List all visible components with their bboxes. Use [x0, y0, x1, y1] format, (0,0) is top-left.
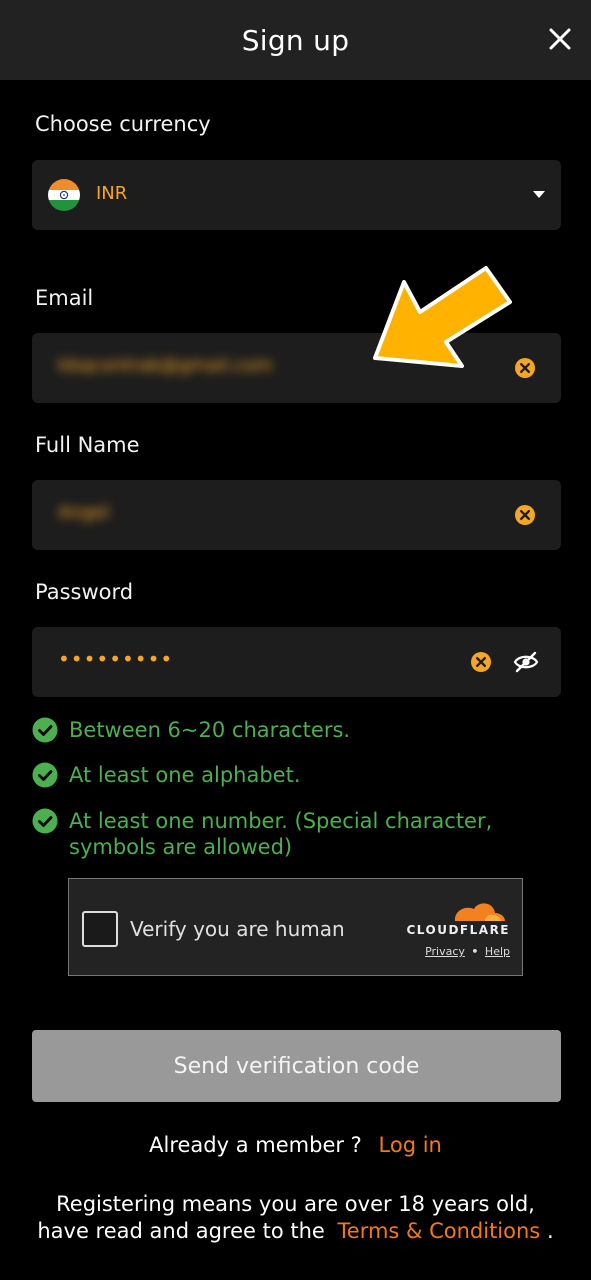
legal-suffix: . [546, 1219, 554, 1243]
terms-link[interactable]: Terms & Conditions [338, 1219, 541, 1243]
captcha-links: Privacy • Help [425, 945, 510, 958]
close-icon[interactable] [545, 24, 575, 54]
password-rule: At least one alphabet. [32, 762, 539, 788]
annotation-arrow-icon [373, 266, 512, 368]
clear-icon[interactable] [470, 651, 492, 673]
captcha-label: Verify you are human [130, 917, 345, 941]
check-circle-icon [32, 717, 58, 743]
legal-notice: Registering means you are over 18 years … [30, 1191, 561, 1245]
cloudflare-brand: CLOUDFLARE [406, 923, 510, 937]
rule-text: Between 6~20 characters. [69, 718, 351, 742]
check-circle-icon [32, 762, 58, 788]
full-name-field[interactable]: Angel [32, 480, 561, 550]
help-link[interactable]: Help [485, 945, 510, 958]
captcha-widget: Verify you are human CLOUDFLARE Privacy … [68, 878, 523, 976]
login-link[interactable]: Log in [379, 1133, 442, 1157]
full-name-value: Angel [58, 502, 110, 523]
password-field[interactable]: ••••••••• [32, 627, 561, 697]
full-name-label: Full Name [35, 433, 140, 457]
rule-text: At least one alphabet. [69, 763, 301, 787]
india-flag-icon [48, 179, 80, 211]
password-value: ••••••••• [58, 647, 174, 671]
header: Sign up [0, 0, 591, 80]
link-separator: • [471, 945, 479, 958]
email-label: Email [35, 286, 94, 310]
privacy-link[interactable]: Privacy [425, 945, 465, 958]
captcha-checkbox[interactable] [82, 911, 118, 947]
password-rule: At least one number. (Special character,… [32, 808, 539, 860]
eye-off-icon[interactable] [513, 650, 539, 674]
email-value: kbqcontrab@gmail.com [58, 355, 273, 376]
currency-label: Choose currency [35, 112, 211, 136]
send-verification-code-button[interactable]: Send verification code [32, 1030, 561, 1102]
password-rule: Between 6~20 characters. [32, 717, 539, 743]
currency-select[interactable]: INR [32, 160, 561, 230]
clear-icon[interactable] [514, 504, 536, 526]
login-prompt: Already a member ? Log in [0, 1133, 591, 1157]
check-circle-icon [32, 808, 58, 834]
login-prompt-text: Already a member ? [149, 1133, 362, 1157]
rule-text: At least one number. (Special character,… [69, 809, 493, 859]
password-label: Password [35, 580, 134, 604]
caret-down-icon [533, 191, 545, 198]
currency-value: INR [96, 183, 128, 204]
page-title: Sign up [241, 23, 350, 57]
